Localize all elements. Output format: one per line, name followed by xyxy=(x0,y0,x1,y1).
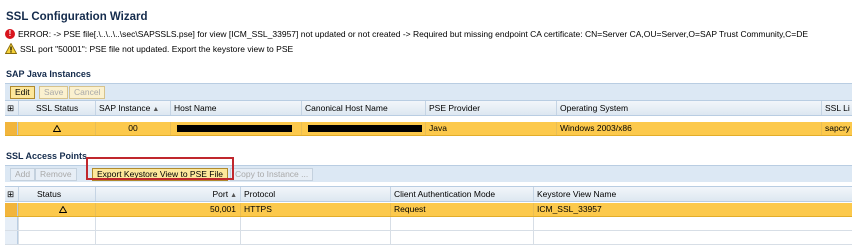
warning-message: SSL port "50001": PSE file not updated. … xyxy=(5,42,293,55)
protocol-cell: HTTPS xyxy=(240,203,390,216)
col-pse-provider[interactable]: PSE Provider xyxy=(425,101,556,115)
col-label: Protocol xyxy=(244,189,276,199)
pse-provider-cell: Java xyxy=(425,122,556,135)
col-canonical-host-name[interactable]: Canonical Host Name xyxy=(301,101,425,115)
table-header: ⊞ SSL Status SAP Instance ▲ Host Name Can… xyxy=(5,100,852,116)
page-title: SSL Configuration Wizard xyxy=(6,11,148,23)
highlight-annotation xyxy=(86,157,234,180)
empty-cell xyxy=(95,231,240,244)
copy-to-instance-button[interactable]: Copy to Instance ... xyxy=(230,168,314,181)
empty-cell xyxy=(95,217,240,230)
save-button[interactable]: Save xyxy=(39,86,69,99)
row-selector[interactable] xyxy=(5,217,18,230)
col-label: Host Name xyxy=(174,103,217,113)
col-label: PSE Provider xyxy=(429,103,481,113)
edit-button[interactable]: Edit xyxy=(10,86,35,99)
col-keystore-view-name[interactable]: Keystore View Name xyxy=(533,187,852,201)
col-host-name[interactable]: Host Name xyxy=(170,101,301,115)
ssl-lib-cell: sapcry xyxy=(821,122,852,135)
col-ssl-status[interactable]: SSL Status xyxy=(18,101,95,115)
empty-cell xyxy=(533,231,852,244)
row-selector[interactable] xyxy=(5,203,18,216)
empty-cell xyxy=(533,217,852,230)
col-status[interactable]: Status xyxy=(18,187,95,201)
keystore-view-cell: ICM_SSL_33957 xyxy=(533,203,852,216)
sort-asc-icon: ▲ xyxy=(152,106,160,113)
warning-icon xyxy=(5,43,17,54)
col-label: Canonical Host Name xyxy=(305,103,388,113)
empty-cell xyxy=(18,231,95,244)
error-text: ERROR: -> PSE file[.\..\..\..\sec\SAPSSL… xyxy=(18,28,809,39)
col-ssl-lib[interactable]: SSL Li xyxy=(821,101,852,115)
table-header: ⊞ Status Port ▲ Protocol Client Authentic… xyxy=(5,186,852,202)
row-selector[interactable] xyxy=(5,122,18,135)
col-label: Keystore View Name xyxy=(537,189,617,199)
select-all-icon[interactable]: ⊞ xyxy=(5,187,18,201)
table-row[interactable]: 50,001 HTTPS Request ICM_SSL_33957 xyxy=(5,203,852,217)
remove-button[interactable]: Remove xyxy=(35,168,77,181)
empty-cell xyxy=(240,231,390,244)
status-cell xyxy=(18,122,95,135)
status-cell xyxy=(18,203,95,216)
error-message: ! ERROR: -> PSE file[.\..\..\..\sec\SAPS… xyxy=(5,27,808,40)
host-name-cell xyxy=(170,122,301,135)
table-row-empty[interactable] xyxy=(5,217,852,231)
row-selector[interactable] xyxy=(5,231,18,244)
col-label: SSL Status xyxy=(36,103,79,113)
os-cell: Windows 2003/x86 xyxy=(556,122,821,135)
redaction-bar xyxy=(308,125,422,132)
java-instances-title: SAP Java Instances xyxy=(6,69,91,79)
warning-icon xyxy=(59,206,67,214)
empty-cell xyxy=(390,231,533,244)
col-label: SSL Li xyxy=(825,103,850,113)
col-operating-system[interactable]: Operating System xyxy=(556,101,821,115)
add-button[interactable]: Add xyxy=(10,168,36,181)
table-row[interactable]: 00 Java Windows 2003/x86 sapcry xyxy=(5,122,852,136)
auth-mode-cell: Request xyxy=(390,203,533,216)
port-cell: 50,001 xyxy=(95,203,240,216)
redaction-bar xyxy=(177,125,292,132)
sort-asc-icon: ▲ xyxy=(230,192,237,199)
empty-cell xyxy=(240,217,390,230)
warning-text: SSL port "50001": PSE file not updated. … xyxy=(20,43,294,54)
select-all-icon[interactable]: ⊞ xyxy=(5,101,18,115)
java-instances-table: ⊞ SSL Status SAP Instance ▲ Host Name Can… xyxy=(5,100,852,140)
table-row-empty[interactable] xyxy=(5,231,852,245)
cancel-button[interactable]: Cancel xyxy=(69,86,106,99)
canonical-host-cell xyxy=(301,122,425,135)
empty-cell xyxy=(390,217,533,230)
col-sap-instance[interactable]: SAP Instance ▲ xyxy=(95,101,170,115)
col-label: Status xyxy=(37,189,62,199)
access-points-table: ⊞ Status Port ▲ Protocol Client Authentic… xyxy=(5,186,852,246)
access-points-title: SSL Access Points xyxy=(6,151,88,161)
error-icon: ! xyxy=(5,28,15,39)
col-client-auth-mode[interactable]: Client Authentication Mode xyxy=(390,187,533,201)
col-port[interactable]: Port ▲ xyxy=(95,187,240,201)
java-instances-toolbar: Edit Save Cancel xyxy=(5,83,852,100)
empty-cell xyxy=(18,217,95,230)
instance-cell: 00 xyxy=(95,122,170,135)
col-label: Client Authentication Mode xyxy=(394,189,496,199)
col-label: Port xyxy=(212,189,229,199)
col-protocol[interactable]: Protocol xyxy=(240,187,390,201)
warning-icon xyxy=(53,125,61,133)
col-label: Operating System xyxy=(560,103,629,113)
col-label: SAP Instance xyxy=(99,103,151,113)
